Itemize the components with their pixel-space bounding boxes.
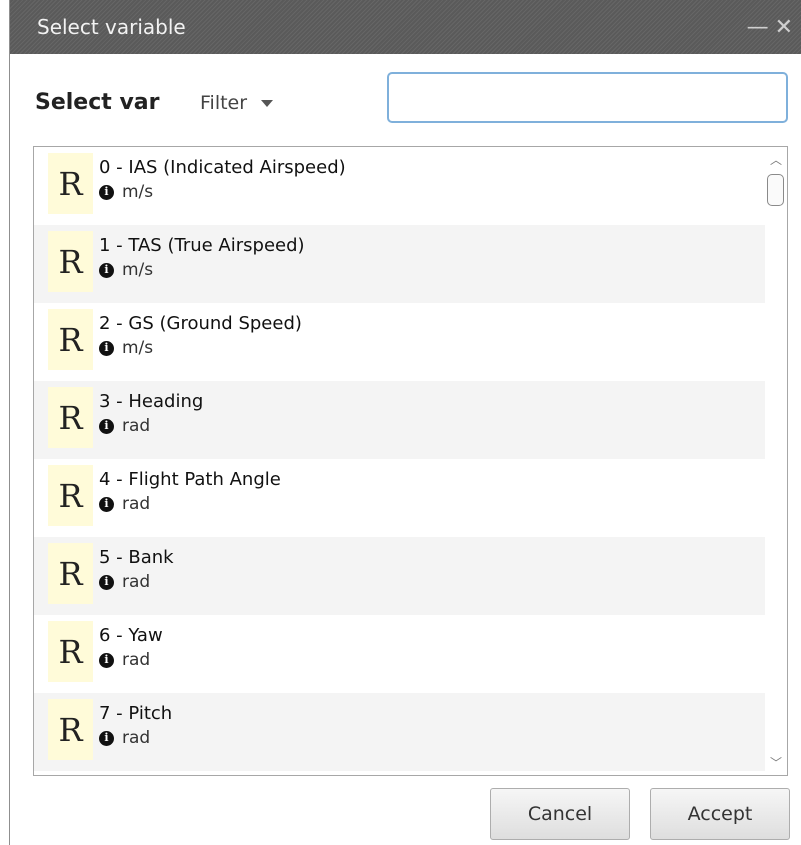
list-item[interactable]: R4 - Flight Path Angle i rad	[34, 459, 765, 537]
variable-unit: rad	[122, 650, 151, 670]
accept-button[interactable]: Accept	[650, 788, 790, 840]
variable-name: 0 - IAS (Indicated Airspeed)	[99, 157, 346, 178]
variable-type-badge: R	[48, 387, 93, 448]
list-item[interactable]: R7 - Pitch i rad	[34, 693, 765, 771]
list-item-text: 1 - TAS (True Airspeed) i m/s	[99, 225, 305, 283]
search-input[interactable]	[387, 72, 788, 123]
info-icon[interactable]: i	[99, 652, 114, 668]
variable-unit: rad	[122, 494, 151, 514]
variable-unit-line: i m/s	[99, 335, 302, 361]
variable-unit: m/s	[122, 260, 154, 280]
list-item-text: 4 - Flight Path Angle i rad	[99, 459, 281, 517]
close-icon[interactable]: ✕	[775, 15, 793, 40]
filter-dropdown[interactable]: Filter	[200, 92, 274, 114]
info-icon[interactable]: i	[99, 184, 114, 200]
variable-name: 6 - Yaw	[99, 625, 163, 646]
variable-unit-line: i rad	[99, 491, 281, 517]
variable-unit: m/s	[122, 182, 154, 202]
title-bar[interactable]: Select variable — ✕	[10, 0, 801, 54]
info-icon[interactable]: i	[99, 730, 114, 746]
select-var-label: Select var	[35, 90, 160, 115]
search-row: Select var Filter	[10, 54, 801, 150]
variable-type-badge: R	[48, 621, 93, 682]
variable-unit-line: i rad	[99, 647, 163, 673]
variable-name: 2 - GS (Ground Speed)	[99, 313, 302, 334]
list-item[interactable]: R 1 - TAS (True Airspeed) i m/s	[34, 225, 765, 303]
variable-name: 5 - Bank	[99, 547, 174, 568]
list-item-text: 7 - Pitch i rad	[99, 693, 172, 751]
list-item[interactable]: R 2 - GS (Ground Speed) i m/s	[34, 303, 765, 381]
variable-type-badge: R	[48, 699, 93, 760]
info-icon[interactable]: i	[99, 340, 114, 356]
info-icon[interactable]: i	[99, 574, 114, 590]
variable-unit: rad	[122, 416, 151, 436]
list-item[interactable]: R6 - Yaw i rad	[34, 615, 765, 693]
scroll-up-arrow-icon[interactable]: ︿	[770, 151, 782, 168]
list-item-text: 5 - Bank i rad	[99, 537, 174, 595]
scrollbar-thumb[interactable]	[767, 174, 784, 206]
variable-unit-line: i rad	[99, 725, 172, 751]
variable-name: 1 - TAS (True Airspeed)	[99, 235, 305, 256]
variable-unit-line: i rad	[99, 413, 203, 439]
variable-type-badge: R	[48, 543, 93, 604]
variable-unit-line: i m/s	[99, 257, 305, 283]
cancel-button[interactable]: Cancel	[490, 788, 630, 840]
vertical-scrollbar[interactable]: ︿ ﹀	[765, 147, 787, 775]
list-item-text: 3 - Heading i rad	[99, 381, 203, 439]
variable-type-badge: R	[48, 309, 93, 370]
variable-name: 3 - Heading	[99, 391, 204, 412]
variable-unit-line: i m/s	[99, 179, 346, 205]
window-controls: — ✕	[747, 15, 793, 40]
variable-list[interactable]: R0 - IAS (Indicated Airspeed) i m/s R 1 - TA…	[33, 146, 788, 776]
info-icon[interactable]: i	[99, 418, 114, 434]
variable-name: 7 - Pitch	[99, 703, 173, 724]
info-icon[interactable]: i	[99, 262, 114, 278]
chevron-down-icon	[261, 100, 274, 107]
minimize-icon[interactable]: —	[747, 15, 769, 40]
list-item-text: 2 - GS (Ground Speed) i m/s	[99, 303, 302, 361]
list-item[interactable]: R 0 - IAS (Indicated Airspeed) i m/s	[34, 147, 765, 225]
list-item[interactable]: R5 - Bank i rad	[34, 537, 765, 615]
list-item-text: 0 - IAS (Indicated Airspeed) i m/s	[99, 147, 346, 205]
variable-unit: rad	[122, 728, 151, 748]
variable-rows: R0 - IAS (Indicated Airspeed) i m/s R 1 - TA…	[34, 147, 765, 771]
variable-type-badge: R	[48, 153, 93, 214]
variable-name: 4 - Flight Path Angle	[99, 469, 281, 490]
variable-type-badge: R	[48, 465, 93, 526]
list-item[interactable]: R3 - Heading i rad	[34, 381, 765, 459]
list-item-text: 6 - Yaw i rad	[99, 615, 163, 673]
filter-label: Filter	[200, 92, 248, 114]
select-variable-dialog: Select variable — ✕ Select var Filter R0…	[9, 0, 801, 845]
variable-unit-line: i rad	[99, 569, 174, 595]
scroll-down-arrow-icon[interactable]: ﹀	[770, 754, 782, 771]
variable-type-badge: R	[48, 231, 93, 292]
window-title: Select variable	[37, 15, 186, 39]
variable-unit: m/s	[122, 338, 154, 358]
variable-unit: rad	[122, 572, 151, 592]
info-icon[interactable]: i	[99, 496, 114, 512]
